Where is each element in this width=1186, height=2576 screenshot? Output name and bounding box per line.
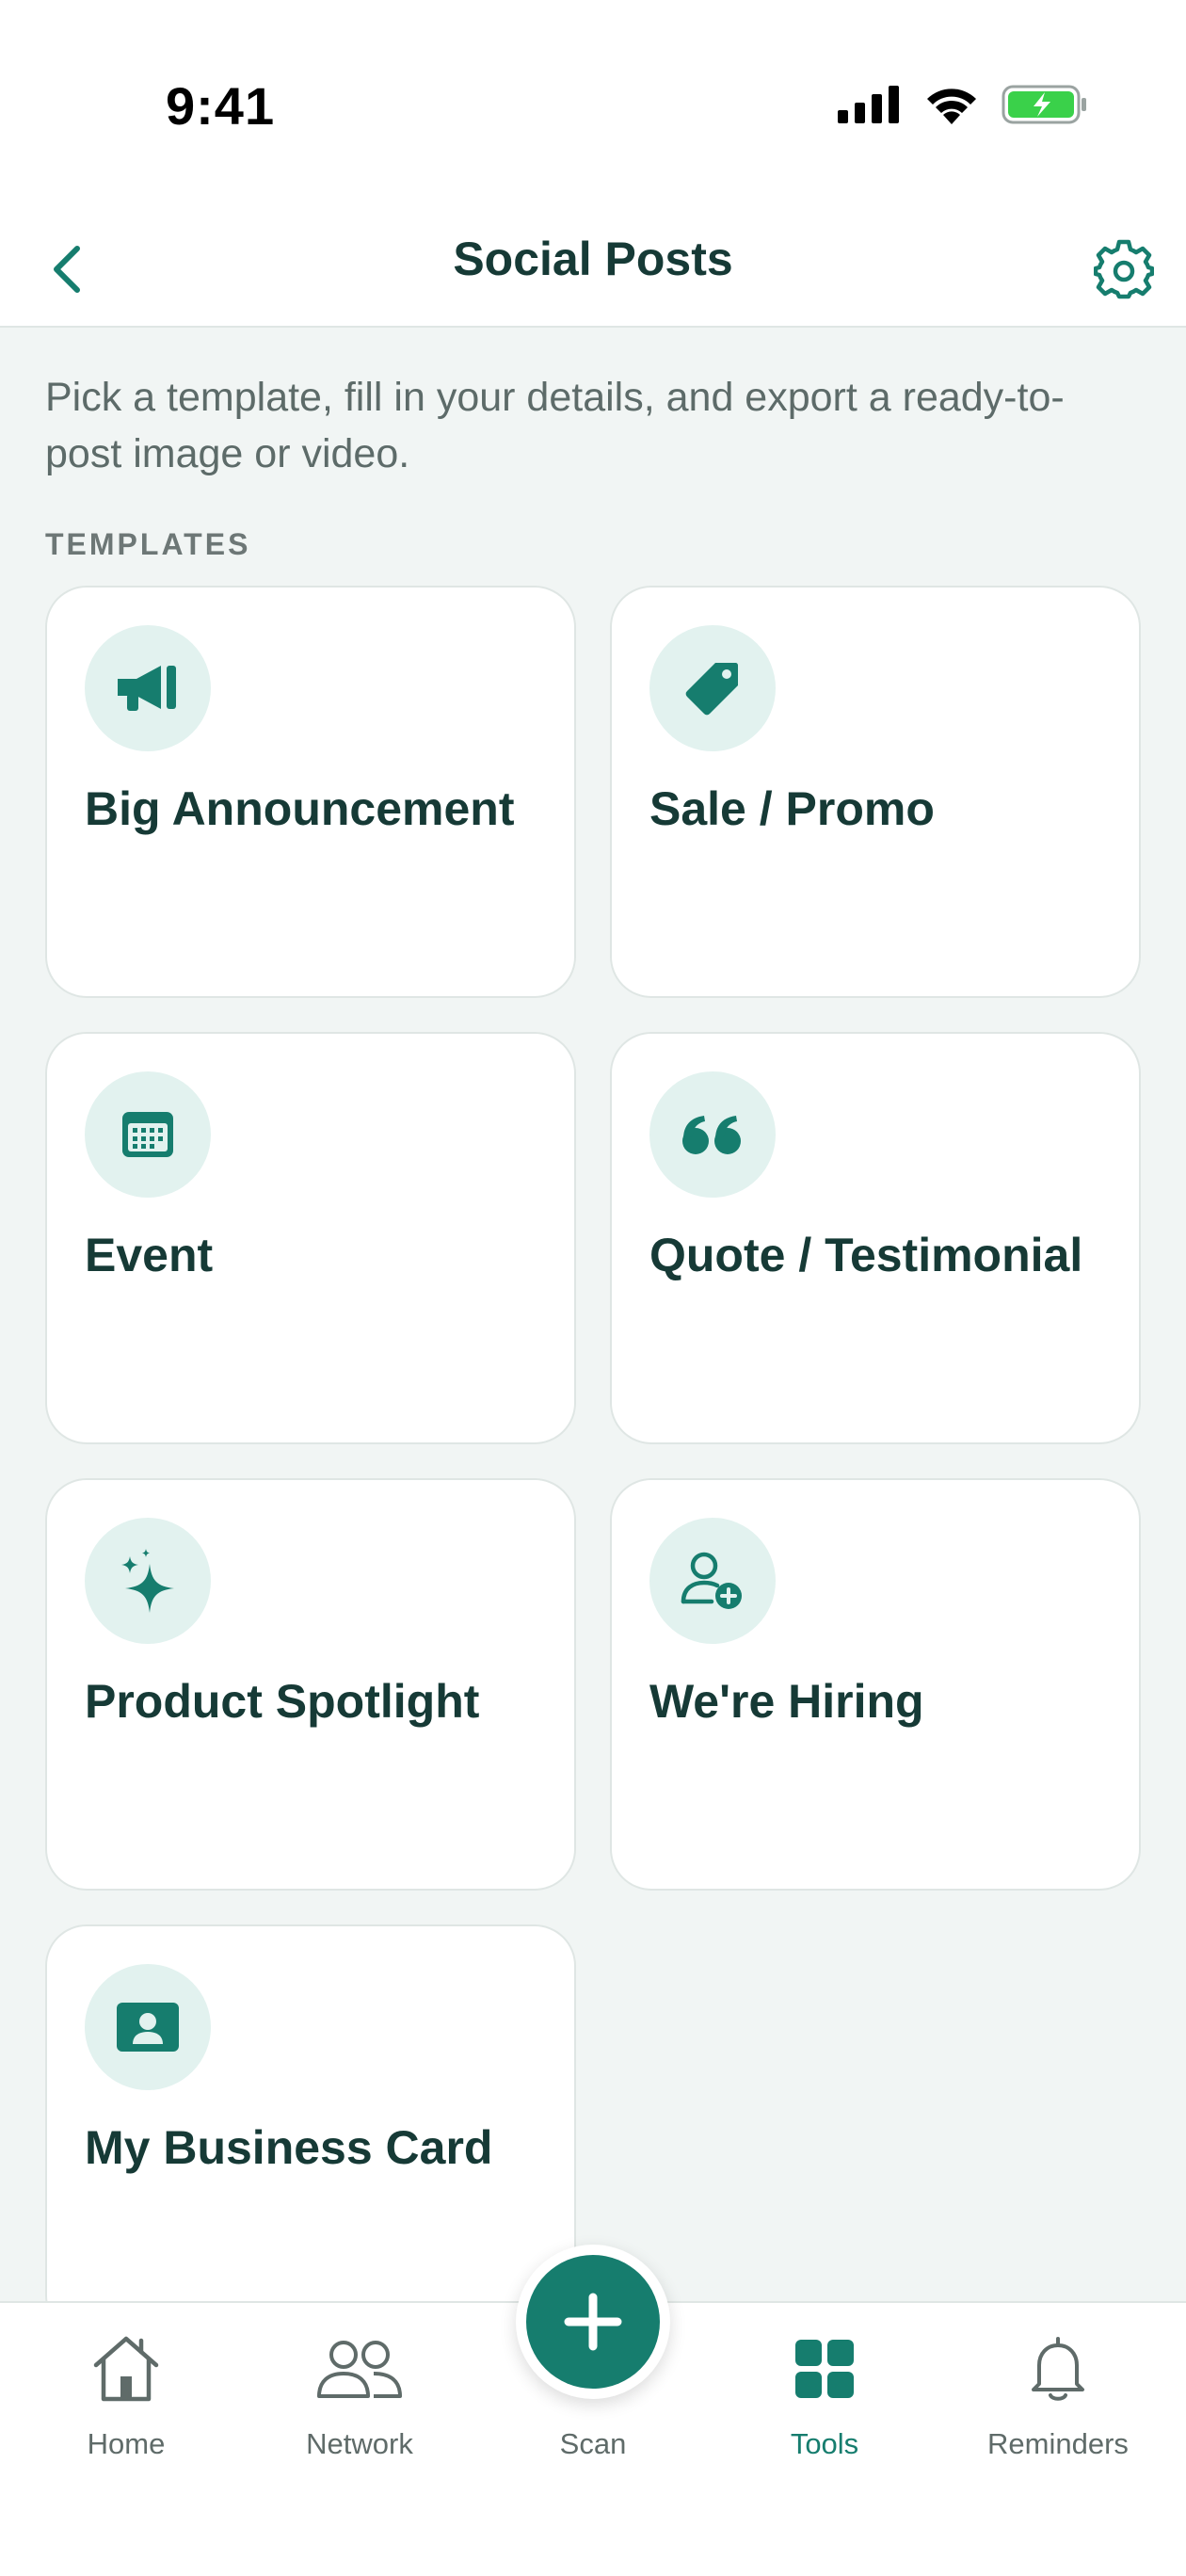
card-icon-badge (85, 1518, 211, 1644)
template-card-my-business-card[interactable]: My Business Card (45, 1924, 576, 2337)
status-bar: 9:41 (0, 0, 1186, 207)
quote-icon (682, 1116, 741, 1154)
card-title: My Business Card (85, 2121, 493, 2174)
card-title: We're Hiring (649, 1675, 924, 1728)
template-card-big-announcement[interactable]: Big Announcement (45, 586, 576, 998)
card-icon-badge (649, 1071, 776, 1198)
tab-label: Scan (559, 2427, 627, 2460)
tag-icon (685, 663, 739, 716)
settings-button[interactable] (1084, 230, 1163, 309)
cellular-signal-icon (838, 86, 899, 123)
template-card-product-spotlight[interactable]: Product Spotlight (45, 1478, 576, 1891)
wifi-icon (927, 89, 976, 124)
page-title: Social Posts (453, 233, 733, 285)
grid-icon (793, 2329, 856, 2408)
template-card-sale-promo[interactable]: Sale / Promo (610, 586, 1141, 998)
tab-label: Reminders (987, 2427, 1129, 2460)
contact-card-icon (117, 2003, 179, 2052)
scan-fab[interactable] (516, 2245, 670, 2399)
gear-icon (1094, 239, 1154, 299)
tab-tools[interactable]: Tools (721, 2329, 928, 2499)
plus-icon (564, 2293, 622, 2351)
card-title: Quote / Testimonial (649, 1229, 1083, 1281)
template-card-event[interactable]: Event (45, 1032, 576, 1444)
scan-fab-circle (526, 2255, 660, 2389)
status-time: 9:41 (166, 76, 276, 136)
card-icon-badge (85, 1964, 211, 2090)
tab-reminders[interactable]: Reminders (954, 2329, 1162, 2499)
sparkles-icon (121, 1549, 174, 1613)
card-icon-badge (649, 625, 776, 751)
megaphone-icon (118, 666, 176, 711)
tab-label: Home (87, 2427, 166, 2460)
home-icon (88, 2329, 164, 2408)
battery-charging-icon (1002, 85, 1086, 124)
people-icon (315, 2329, 404, 2408)
card-title: Sale / Promo (649, 782, 935, 835)
tab-label: Network (306, 2427, 413, 2460)
tab-network[interactable]: Network (256, 2329, 463, 2499)
card-icon-badge (85, 625, 211, 751)
card-title: Big Announcement (85, 782, 515, 835)
screen: 9:41 Social Posts Pick a template, fill … (0, 0, 1186, 2576)
section-label: TEMPLATES (45, 527, 251, 561)
template-card-were-hiring[interactable]: We're Hiring (610, 1478, 1141, 1891)
card-title: Event (85, 1229, 214, 1281)
intro-text: Pick a template, fill in your details, a… (45, 375, 1065, 476)
card-icon-badge (85, 1071, 211, 1198)
calendar-icon (122, 1112, 173, 1157)
status-icons (838, 85, 1088, 124)
user-add-icon (681, 1552, 742, 1609)
app-header: Social Posts (0, 207, 1186, 328)
card-title: Product Spotlight (85, 1675, 480, 1728)
card-icon-badge (649, 1518, 776, 1644)
template-card-quote-testimonial[interactable]: Quote / Testimonial (610, 1032, 1141, 1444)
bell-icon (1028, 2329, 1088, 2408)
tab-label: Tools (790, 2427, 859, 2460)
tab-home[interactable]: Home (23, 2329, 230, 2499)
